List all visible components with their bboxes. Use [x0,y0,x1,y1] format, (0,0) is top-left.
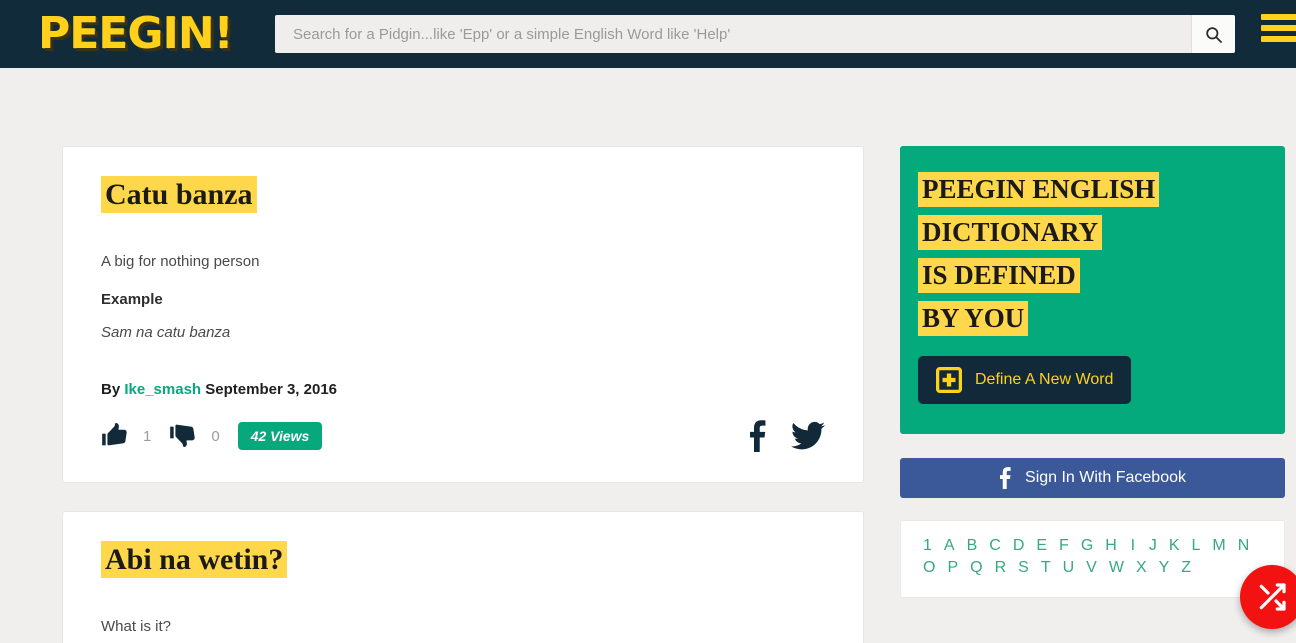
alphabet-link[interactable]: A [944,537,955,555]
promo-line: BY YOU [918,300,1029,336]
promo-line: DICTIONARY [918,214,1103,250]
alphabet-link[interactable]: Z [1181,559,1191,577]
search-button[interactable] [1191,15,1235,53]
alphabet-link[interactable]: J [1149,537,1157,555]
define-new-word-label: Define A New Word [975,370,1114,388]
promo-panel: PEEGIN ENGLISH DICTIONARY IS DEFINED BY … [900,146,1285,434]
alphabet-index-panel: 1 A B C D E F G H I J K L M N O P Q R S [900,519,1285,598]
alphabet-link[interactable]: F [1059,537,1069,555]
facebook-signin-label: Sign In With Facebook [1025,468,1186,486]
share-controls [747,420,825,452]
word-definition: A big for nothing person [101,252,260,270]
example-text: Sam na catu banza [101,324,231,341]
alphabet-link[interactable]: B [967,537,978,555]
promo-line: IS DEFINED [918,257,1080,293]
downvote-count: 0 [211,427,220,445]
alphabet-link[interactable]: I [1129,537,1137,555]
entry-meta-row: 1 0 42 Views [101,420,825,452]
promo-line: PEEGIN ENGLISH [918,172,1160,207]
alphabet-link[interactable]: N [1238,537,1250,555]
alphabet-link[interactable]: D [1013,537,1025,555]
alphabet-link[interactable]: S [1018,559,1029,577]
byline: By Ike_smash September 3, 2016 [101,381,825,398]
hamburger-menu-icon-bar [1261,36,1296,42]
alphabet-link[interactable]: M [1212,537,1225,555]
alphabet-link[interactable]: C [989,537,1001,555]
alphabet-link[interactable]: Y [1159,559,1170,577]
example-label: Example [101,291,163,308]
alphabet-link[interactable]: Q [970,559,982,577]
alphabet-link[interactable]: T [1041,559,1051,577]
thumbs-up-icon [102,423,127,446]
entry-date: September 3, 2016 [205,381,338,398]
thumbs-down-icon [170,424,196,447]
alphabet-link[interactable]: V [1086,559,1097,577]
alphabet-link[interactable]: X [1136,559,1147,577]
main-content: Catu banza A big for nothing person Exam… [62,146,864,643]
hamburger-menu-button[interactable] [1261,14,1296,42]
word-title[interactable]: Catu banza [101,176,257,213]
word-card: Abi na wetin? What is it? Example [62,511,864,643]
alphabet-link[interactable]: R [995,559,1007,577]
hamburger-menu-icon-bar [1261,25,1296,31]
alphabet-link[interactable]: H [1105,537,1117,555]
upvote-count: 1 [143,427,152,445]
alphabet-link[interactable]: U [1063,559,1075,577]
define-new-word-button[interactable]: Define A New Word [918,355,1132,404]
facebook-icon [1000,466,1011,489]
alphabet-link[interactable]: L [1192,537,1201,555]
word-card: Catu banza A big for nothing person Exam… [62,146,864,483]
facebook-icon[interactable] [747,420,769,452]
alphabet-link[interactable]: O [923,559,935,577]
plus-square-icon [936,366,962,393]
word-title[interactable]: Abi na wetin? [101,541,288,578]
alphabet-index-list: 1 A B C D E F G H I J K L M N O P Q R S [923,537,1262,577]
search-bar [275,15,1235,53]
random-word-button[interactable] [1240,565,1296,629]
site-logo[interactable]: PEEGIN! [38,12,234,56]
word-definition: What is it? [101,617,172,635]
hamburger-menu-icon-bar [1261,14,1296,20]
shuffle-icon [1259,583,1286,611]
views-badge: 42 Views [237,422,323,450]
downvote-control[interactable]: 0 [169,422,237,450]
search-icon [1206,26,1222,43]
alphabet-link[interactable]: 1 [923,537,932,555]
alphabet-link[interactable]: K [1169,537,1180,555]
search-input[interactable] [275,15,1191,53]
alphabet-link[interactable]: W [1109,559,1124,577]
facebook-signin-button[interactable]: Sign In With Facebook [900,457,1285,498]
alphabet-link[interactable]: E [1036,537,1047,555]
page-body: Catu banza A big for nothing person Exam… [0,68,1296,643]
upvote-control[interactable]: 1 [101,422,169,450]
byline-prefix: By [101,381,121,398]
alphabet-link[interactable]: P [947,559,958,577]
twitter-icon[interactable] [791,421,825,451]
sidebar: PEEGIN ENGLISH DICTIONARY IS DEFINED BY … [900,146,1285,598]
site-header: PEEGIN! [0,0,1296,68]
alphabet-link[interactable]: G [1081,537,1093,555]
author-link[interactable]: Ike_smash [124,381,201,398]
